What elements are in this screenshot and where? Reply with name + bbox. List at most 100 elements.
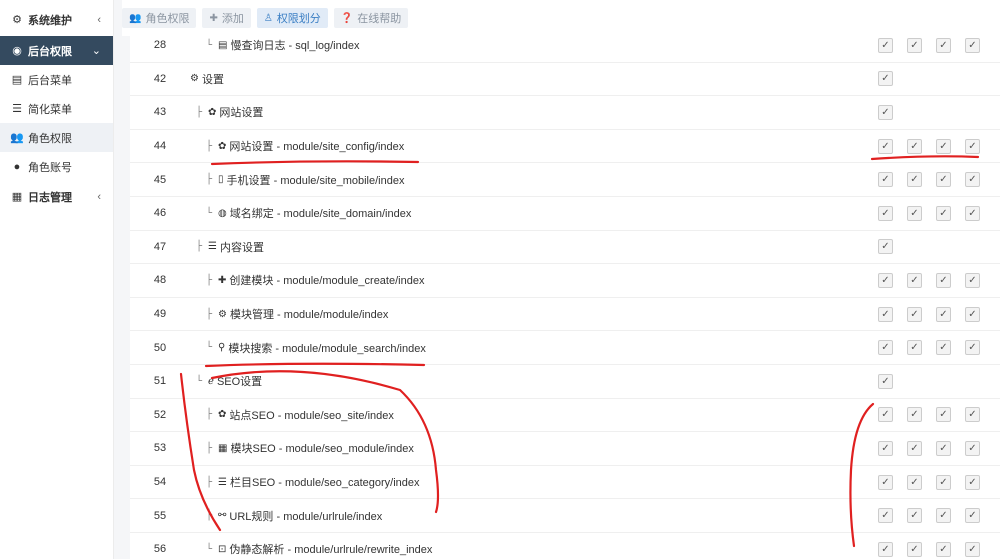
permission-checkbox[interactable]: ✓ [907,306,922,322]
sidebar-item-label: 系统维护 [28,14,72,27]
permission-checkbox[interactable]: ✓ [878,239,893,255]
row-title: 设置 [201,73,224,86]
menu-icon: ▤ [11,74,23,86]
permission-checkbox[interactable]: ✓ [965,440,980,456]
sidebar-item-2[interactable]: ▤ 后台菜单 [0,65,113,94]
permission-checkboxes: ✓ ✓ ✓ ✓ [878,197,994,230]
permission-checkbox[interactable]: ✓ [878,37,893,53]
permission-checkbox[interactable]: ✓ [907,440,922,456]
row-title: 站点SEO - module/seo_site/index [229,409,394,422]
row-title: URL规则 - module/urlrule/index [229,510,383,523]
permission-checkbox[interactable]: ✓ [936,407,951,423]
permission-checkbox[interactable]: ✓ [878,474,893,490]
permission-checkbox[interactable]: ✓ [878,138,893,154]
question-circle-icon: ❓ [340,12,354,24]
permission-checkbox[interactable]: ✓ [907,138,922,154]
sidebar-item-label: 角色权限 [28,132,72,145]
permission-checkbox[interactable]: ✓ [965,306,980,322]
permission-checkbox[interactable]: ✓ [936,272,951,288]
permission-checkbox[interactable]: ✓ [965,37,980,53]
permission-checkbox[interactable]: ✓ [907,37,922,53]
table-row: 50 └ ⚲ 模块搜索 - module/module_search/index ✓ ✓ ✓… [130,331,1000,365]
permission-checkbox[interactable]: ✓ [936,205,951,221]
permission-checkbox[interactable]: ✓ [907,340,922,356]
sidebar-item-3[interactable]: ☰ 简化菜单 [0,94,113,123]
permission-checkboxes: ✓ ✓ ✓ ✓ [878,331,994,364]
permission-checkbox[interactable]: ✓ [878,541,893,557]
permission-checkboxes: ✓ ✓ ✓ ✓ [878,499,994,532]
permission-checkbox[interactable]: ✓ [878,340,893,356]
permission-checkbox[interactable]: ✓ [878,71,893,87]
permission-checkbox[interactable]: ✓ [878,373,893,389]
permission-checkboxes: ✓ ✓ ✓ ✓ [878,533,994,559]
sidebar-item-label: 角色账号 [28,161,72,174]
table-row: 43 ├ ✿ 网站设置 ✓ [130,96,1000,130]
row-title: 内容设置 [220,241,264,254]
permission-checkbox[interactable]: ✓ [965,138,980,154]
permission-checkbox[interactable]: ✓ [936,172,951,188]
row-title: 创建模块 - module/module_create/index [229,275,425,288]
permission-checkbox[interactable]: ✓ [878,407,893,423]
permission-checkboxes: ✓ [878,365,907,398]
gear-icon: ✿ [208,106,217,118]
toolbar-button-3[interactable]: ❓ 在线帮助 [333,8,409,28]
permission-checkbox[interactable]: ✓ [907,541,922,557]
toolbar-button-0[interactable]: 👥 角色权限 [122,8,197,28]
permission-checkbox[interactable]: ✓ [965,474,980,490]
toolbar-button-label: 角色权限 [145,13,190,25]
sidebar-item-4[interactable]: 👥 角色权限 [0,123,113,152]
permission-checkbox[interactable]: ✓ [878,205,893,221]
permission-checkbox[interactable]: ✓ [965,508,980,524]
permission-checkbox[interactable]: ✓ [878,172,893,188]
permission-checkbox[interactable]: ✓ [936,306,951,322]
toolbar-button-2[interactable]: ♙ 权限划分 [256,8,328,28]
permission-checkbox[interactable]: ✓ [878,104,893,120]
sidebar-item-6[interactable]: ▦ 日志管理 ‹ [0,182,113,211]
permission-checkbox[interactable]: ✓ [907,407,922,423]
permission-checkbox[interactable]: ✓ [936,541,951,557]
mobile-icon: ▯ [218,174,224,186]
permission-checkbox[interactable]: ✓ [907,272,922,288]
permission-checkbox[interactable]: ✓ [965,407,980,423]
permission-checkbox[interactable]: ✓ [936,340,951,356]
permission-checkbox[interactable]: ✓ [936,440,951,456]
permission-checkbox[interactable]: ✓ [965,172,980,188]
permission-checkboxes: ✓ ✓ ✓ ✓ [878,29,994,62]
gear-icon: ✿ [218,409,227,421]
row-id: 28 [153,39,167,52]
table-row: 49 ├ ⚙ 模块管理 - module/module/index ✓ ✓ ✓ ✓ [130,298,1000,332]
list-icon: ☰ [208,241,217,253]
row-id: 43 [153,106,167,119]
permission-checkbox[interactable]: ✓ [965,272,980,288]
toolbar-button-1[interactable]: ✚ 添加 [202,8,251,28]
permission-checkbox[interactable]: ✓ [878,440,893,456]
content-gutter [114,0,130,559]
permission-checkbox[interactable]: ✓ [936,37,951,53]
row-id: 50 [153,341,167,354]
permission-checkbox[interactable]: ✓ [936,138,951,154]
permission-checkbox[interactable]: ✓ [936,508,951,524]
permission-checkbox[interactable]: ✓ [907,474,922,490]
permission-checkbox[interactable]: ✓ [878,306,893,322]
permission-checkbox[interactable]: ✓ [907,508,922,524]
permission-checkbox[interactable]: ✓ [965,205,980,221]
sidebar-item-0[interactable]: ⚙ 系统维护 ‹ [0,5,113,34]
permission-checkboxes: ✓ [878,96,907,129]
sidebar-item-5[interactable]: ● 角色账号 [0,152,113,181]
toolbar-button-label: 在线帮助 [357,13,402,25]
row-id: 56 [153,543,167,556]
table-row: 56 └ ⊡ 伪静态解析 - module/urlrule/rewrite_index… [130,533,1000,559]
permission-checkbox[interactable]: ✓ [936,474,951,490]
cogs-icon: ⚙ [218,308,227,320]
permission-checkbox[interactable]: ✓ [878,272,893,288]
permission-checkbox[interactable]: ✓ [965,340,980,356]
search-icon: ⚲ [218,342,226,354]
permission-checkbox[interactable]: ✓ [907,205,922,221]
permission-checkbox[interactable]: ✓ [878,508,893,524]
sidebar-item-1[interactable]: ◉ 后台权限 ⌄ [0,36,113,65]
permission-checkbox[interactable]: ✓ [907,172,922,188]
sidebar-item-label: 简化菜单 [28,103,72,116]
permission-checkbox[interactable]: ✓ [965,541,980,557]
toolbar-button-label: 权限划分 [276,13,321,25]
table-row: 48 ├ ✚ 创建模块 - module/module_create/index ✓ ✓ ✓… [130,264,1000,298]
